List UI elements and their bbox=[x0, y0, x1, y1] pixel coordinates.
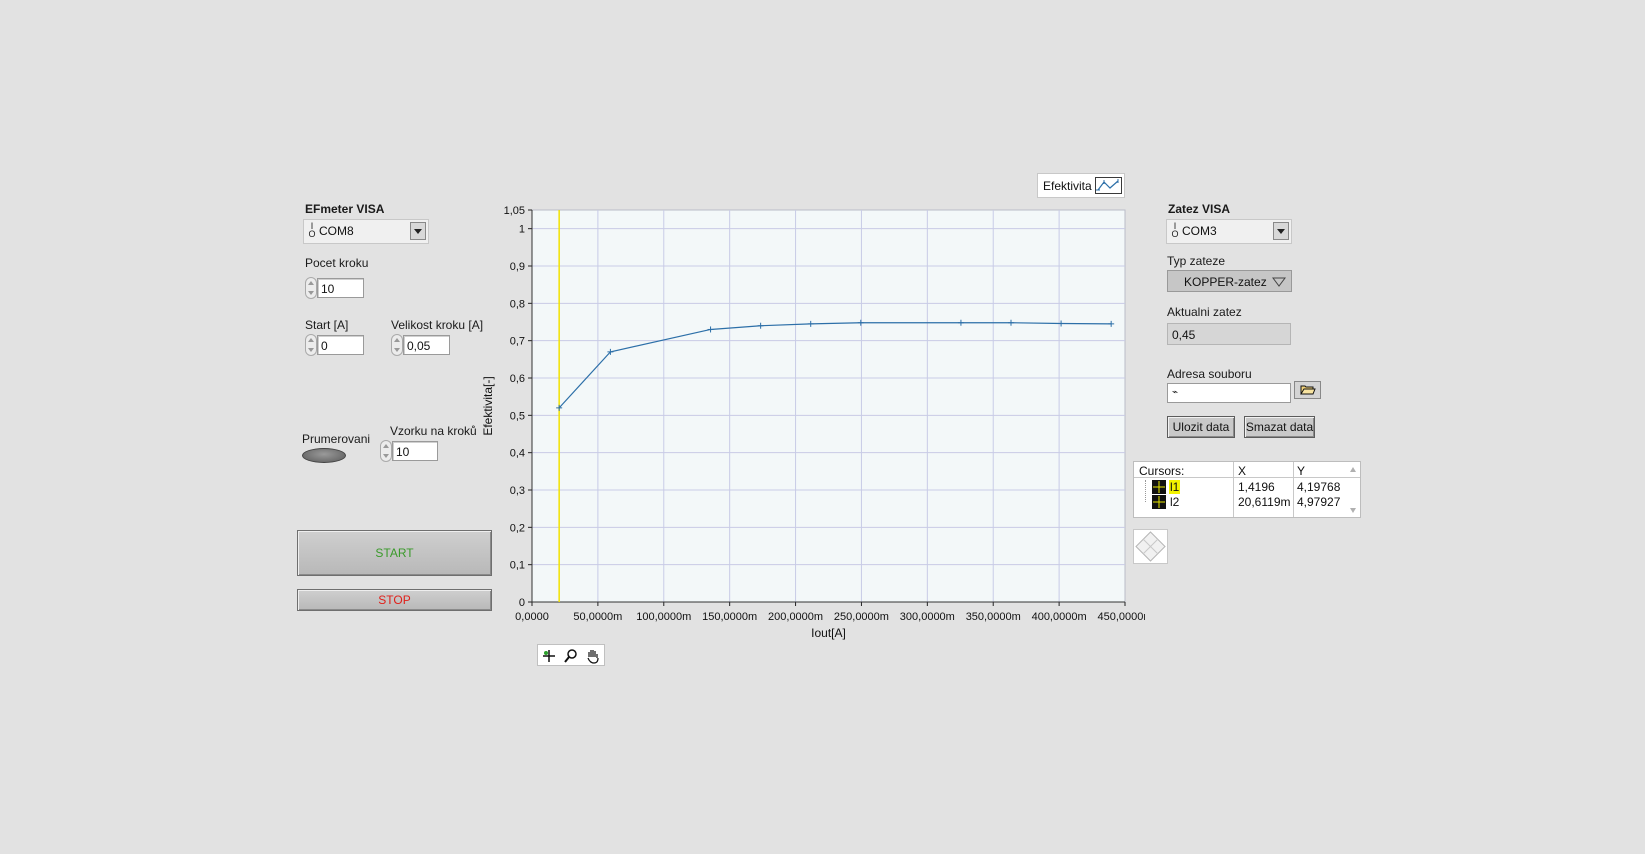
stop-button[interactable]: STOP bbox=[297, 589, 492, 611]
y-axis-label: Efektivita[-] bbox=[481, 376, 495, 435]
cursor-x: 1,4196 bbox=[1238, 480, 1275, 494]
y-tick-label: 0,1 bbox=[510, 560, 525, 572]
velikost-kroku-stepper[interactable] bbox=[391, 334, 403, 356]
start-label: Start [A] bbox=[305, 318, 349, 332]
legend-label: Efektivita bbox=[1043, 179, 1092, 193]
cursor-marker-icon bbox=[1152, 495, 1166, 509]
cursors-col-x: X bbox=[1238, 464, 1247, 478]
efmeter-visa-value: COM8 bbox=[319, 224, 354, 238]
y-tick-label: 1,05 bbox=[504, 205, 525, 217]
x-tick-label: 50,0000m bbox=[573, 611, 622, 623]
start-button-label: START bbox=[375, 546, 414, 560]
graph-palette bbox=[537, 644, 605, 666]
typ-zateze-label: Typ zateze bbox=[1167, 254, 1226, 268]
cursor-y: 4,97927 bbox=[1297, 495, 1341, 509]
x-tick-label: 200,0000m bbox=[768, 611, 823, 623]
cursor-y: 4,19768 bbox=[1297, 480, 1341, 494]
cursor-move-icon[interactable] bbox=[1133, 529, 1168, 564]
x-tick-label: 250,0000m bbox=[834, 611, 889, 623]
y-tick-label: 0,5 bbox=[510, 410, 525, 422]
y-tick-label: 0,3 bbox=[510, 485, 525, 497]
ulozit-data-button[interactable]: Ulozit data bbox=[1167, 416, 1235, 438]
vzorku-stepper[interactable] bbox=[380, 440, 392, 462]
adresa-souboru-input[interactable]: ⌁ bbox=[1167, 383, 1291, 403]
start-button[interactable]: START bbox=[297, 530, 492, 576]
aktualni-zatez-value: 0,45 bbox=[1172, 328, 1196, 342]
y-tick-label: 0 bbox=[519, 597, 525, 609]
visa-io-icon: IO bbox=[1171, 221, 1179, 239]
x-tick-label: 450,0000m bbox=[1097, 611, 1145, 623]
line-plot-icon[interactable] bbox=[1095, 177, 1122, 194]
vzorku-input[interactable]: 10 bbox=[392, 441, 438, 461]
typ-zateze-select[interactable]: KOPPER-zatez bbox=[1167, 270, 1292, 292]
folder-open-icon[interactable] bbox=[1294, 381, 1321, 399]
cursors-header: Cursors: bbox=[1139, 464, 1185, 478]
zatez-visa-title: Zatez VISA bbox=[1168, 202, 1231, 216]
cursor-legend[interactable]: Cursors: X Y l1 1,4196 4,19768 l2 20,611… bbox=[1133, 461, 1361, 518]
cursor-name: l1 bbox=[1169, 480, 1181, 494]
aktualni-zatez-indicator: 0,45 bbox=[1167, 323, 1291, 345]
cursor-name: l2 bbox=[1170, 495, 1180, 509]
y-tick-label: 0,2 bbox=[510, 522, 525, 534]
cursors-col-y: Y bbox=[1297, 464, 1306, 478]
x-axis-label: Iout[A] bbox=[811, 626, 846, 640]
zatez-visa-control[interactable]: IO COM3 bbox=[1166, 219, 1292, 244]
visa-io-icon: IO bbox=[308, 221, 316, 239]
pocet-kroku-input[interactable]: 10 bbox=[317, 278, 364, 298]
start-input[interactable]: 0 bbox=[317, 335, 364, 355]
plot-area[interactable] bbox=[531, 209, 1126, 603]
stop-button-label: STOP bbox=[378, 593, 411, 607]
x-tick-label: 0,0000 bbox=[515, 611, 549, 623]
x-tick-label: 400,0000m bbox=[1032, 611, 1087, 623]
aktualni-zatez-label: Aktualni zatez bbox=[1167, 305, 1242, 319]
zatez-visa-value: COM3 bbox=[1182, 224, 1217, 238]
file-path-icon: ⌁ bbox=[1172, 387, 1179, 398]
chevron-down-icon bbox=[1272, 277, 1286, 287]
x-tick-label: 100,0000m bbox=[636, 611, 691, 623]
y-tick-label: 0,4 bbox=[510, 448, 525, 460]
vzorku-label: Vzorku na kroků bbox=[390, 424, 477, 438]
prumerovani-toggle[interactable] bbox=[302, 448, 346, 463]
start-stepper[interactable] bbox=[305, 334, 317, 356]
pocet-kroku-stepper[interactable] bbox=[305, 277, 317, 299]
crosshair-icon[interactable] bbox=[541, 648, 557, 664]
y-tick-label: 0,6 bbox=[510, 373, 525, 385]
chevron-down-icon[interactable] bbox=[1273, 222, 1289, 240]
prumerovani-label: Prumerovani bbox=[302, 432, 371, 446]
cursor-legend-scrollbar[interactable] bbox=[1349, 466, 1357, 514]
x-tick-label: 350,0000m bbox=[966, 611, 1021, 623]
efmeter-visa-control[interactable]: IO COM8 bbox=[303, 219, 429, 244]
efmeter-visa-title: EFmeter VISA bbox=[305, 202, 385, 216]
y-tick-label: 1 bbox=[519, 224, 525, 236]
velikost-kroku-input[interactable]: 0,05 bbox=[403, 335, 450, 355]
adresa-souboru-label: Adresa souboru bbox=[1167, 367, 1252, 381]
chevron-down-icon[interactable] bbox=[410, 222, 426, 240]
zoom-icon[interactable] bbox=[563, 648, 579, 664]
smazat-data-button[interactable]: Smazat data bbox=[1244, 416, 1315, 438]
efektivita-graph[interactable]: 0,0000 50,0000m 100,0000m 150,0000m 200,0000… bbox=[470, 195, 1145, 645]
y-tick-label: 0,8 bbox=[510, 298, 525, 310]
pan-hand-icon[interactable] bbox=[585, 648, 601, 664]
cursor-x: 20,6119m bbox=[1238, 495, 1291, 509]
x-tick-label: 300,0000m bbox=[900, 611, 955, 623]
cursor-marker-icon bbox=[1152, 480, 1166, 494]
pocet-kroku-label: Pocet kroku bbox=[305, 256, 369, 270]
typ-zateze-value: KOPPER-zatez bbox=[1184, 275, 1267, 289]
y-tick-label: 0,9 bbox=[510, 261, 525, 273]
x-tick-label: 150,0000m bbox=[702, 611, 757, 623]
y-tick-label: 0,7 bbox=[510, 336, 525, 348]
